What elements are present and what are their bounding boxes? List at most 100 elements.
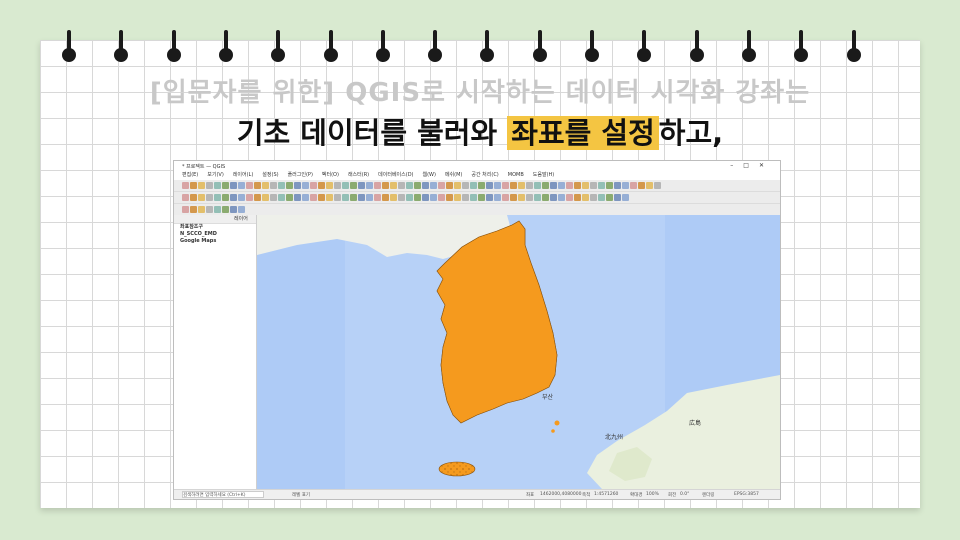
toolbar-tool-icon[interactable]: [302, 182, 309, 189]
toolbar-tool-icon[interactable]: [366, 194, 373, 201]
toolbar-tool-icon[interactable]: [254, 182, 261, 189]
toolbar-tool-icon[interactable]: [190, 206, 197, 213]
toolbar-tool-icon[interactable]: [222, 206, 229, 213]
toolbar-tool-icon[interactable]: [606, 194, 613, 201]
scale-value[interactable]: 1:4571260: [594, 492, 618, 497]
toolbar-tool-icon[interactable]: [230, 206, 237, 213]
toolbar-tool-icon[interactable]: [214, 182, 221, 189]
toolbar-tool-icon[interactable]: [446, 194, 453, 201]
menu-item[interactable]: 메쉬(M): [445, 171, 462, 180]
menu-item[interactable]: 편집(E): [182, 171, 198, 180]
locator-search-input[interactable]: 검색하려면 입력하세요 (Ctrl+K): [182, 491, 264, 498]
toolbar-tool-icon[interactable]: [342, 182, 349, 189]
toolbar-tool-icon[interactable]: [238, 194, 245, 201]
toolbar-tool-icon[interactable]: [574, 182, 581, 189]
menu-item[interactable]: MOMB: [508, 171, 524, 180]
toolbar-tool-icon[interactable]: [206, 206, 213, 213]
toolbar-tool-icon[interactable]: [310, 182, 317, 189]
toolbar-tool-icon[interactable]: [590, 194, 597, 201]
toolbar-tool-icon[interactable]: [374, 194, 381, 201]
toolbar-tool-icon[interactable]: [582, 182, 589, 189]
toolbar-tool-icon[interactable]: [182, 194, 189, 201]
toolbar-tool-icon[interactable]: [454, 194, 461, 201]
toolbar-tool-icon[interactable]: [182, 182, 189, 189]
toolbar-tool-icon[interactable]: [566, 182, 573, 189]
toolbar-tool-icon[interactable]: [302, 194, 309, 201]
menu-item[interactable]: 데이터베이스(D): [378, 171, 413, 180]
toolbar-tool-icon[interactable]: [350, 182, 357, 189]
toolbar-tool-icon[interactable]: [382, 194, 389, 201]
toolbar-tool-icon[interactable]: [374, 182, 381, 189]
layer-item[interactable]: Google Maps: [174, 238, 256, 245]
toolbar-tool-icon[interactable]: [430, 194, 437, 201]
toolbar-tool-icon[interactable]: [614, 194, 621, 201]
toolbar-tool-icon[interactable]: [462, 182, 469, 189]
toolbar-tool-icon[interactable]: [214, 194, 221, 201]
toolbar-tool-icon[interactable]: [414, 182, 421, 189]
toolbar-tool-icon[interactable]: [342, 194, 349, 201]
toolbar-tool-icon[interactable]: [526, 182, 533, 189]
toolbar-tool-icon[interactable]: [190, 182, 197, 189]
toolbar-tool-icon[interactable]: [382, 182, 389, 189]
toolbar-tool-icon[interactable]: [486, 194, 493, 201]
menu-item[interactable]: 도움말(H): [533, 171, 554, 180]
toolbar-tool-icon[interactable]: [598, 194, 605, 201]
toolbar-tool-icon[interactable]: [326, 194, 333, 201]
toolbar-tool-icon[interactable]: [558, 194, 565, 201]
toolbar-tool-icon[interactable]: [630, 182, 637, 189]
toolbar-tool-icon[interactable]: [182, 206, 189, 213]
toolbar-tool-icon[interactable]: [494, 182, 501, 189]
toolbar-tool-icon[interactable]: [326, 182, 333, 189]
toolbar-tool-icon[interactable]: [422, 194, 429, 201]
magnifier-value[interactable]: 100%: [646, 492, 659, 497]
toolbar-tool-icon[interactable]: [318, 194, 325, 201]
toolbar-tool-icon[interactable]: [222, 194, 229, 201]
toolbar-tool-icon[interactable]: [294, 194, 301, 201]
toolbar-tool-icon[interactable]: [542, 194, 549, 201]
toolbar-tool-icon[interactable]: [310, 194, 317, 201]
toolbar-tool-icon[interactable]: [206, 182, 213, 189]
toolbar-tool-icon[interactable]: [206, 194, 213, 201]
toolbar-tool-icon[interactable]: [198, 182, 205, 189]
toolbar-tool-icon[interactable]: [598, 182, 605, 189]
toolbar-tool-icon[interactable]: [510, 194, 517, 201]
toolbar-tool-icon[interactable]: [534, 182, 541, 189]
menu-item[interactable]: 래스터(R): [348, 171, 369, 180]
toolbar-tool-icon[interactable]: [486, 182, 493, 189]
toolbar-tool-icon[interactable]: [366, 182, 373, 189]
menu-item[interactable]: 벡터(O): [322, 171, 339, 180]
toolbar-tool-icon[interactable]: [622, 194, 629, 201]
toolbar-tool-icon[interactable]: [438, 182, 445, 189]
toolbar-tool-icon[interactable]: [246, 194, 253, 201]
toolbar-tool-icon[interactable]: [646, 182, 653, 189]
toolbar-tool-icon[interactable]: [198, 206, 205, 213]
toolbar-tool-icon[interactable]: [606, 182, 613, 189]
toolbar-tool-icon[interactable]: [638, 182, 645, 189]
toolbar-tool-icon[interactable]: [518, 194, 525, 201]
toolbar-tool-icon[interactable]: [502, 194, 509, 201]
toolbar-tool-icon[interactable]: [622, 182, 629, 189]
map-canvas[interactable]: 부산 広島 北九州: [257, 215, 780, 489]
toolbar-tool-icon[interactable]: [390, 182, 397, 189]
toolbar-tool-icon[interactable]: [478, 194, 485, 201]
toolbar-tool-icon[interactable]: [294, 182, 301, 189]
toolbar-tool-icon[interactable]: [406, 194, 413, 201]
toolbar-tool-icon[interactable]: [590, 182, 597, 189]
toolbar-tool-icon[interactable]: [190, 194, 197, 201]
toolbar-tool-icon[interactable]: [286, 182, 293, 189]
toolbar-tool-icon[interactable]: [582, 194, 589, 201]
layer-item[interactable]: N_SCCO_EMD: [174, 231, 256, 238]
toolbar-tool-icon[interactable]: [406, 182, 413, 189]
toolbar-tool-icon[interactable]: [398, 194, 405, 201]
toolbar-tool-icon[interactable]: [542, 182, 549, 189]
toolbar-tool-icon[interactable]: [558, 182, 565, 189]
toolbar-tool-icon[interactable]: [262, 182, 269, 189]
toolbar-tool-icon[interactable]: [230, 182, 237, 189]
toolbar-tool-icon[interactable]: [270, 182, 277, 189]
toolbar-tool-icon[interactable]: [502, 182, 509, 189]
toolbar-tool-icon[interactable]: [222, 182, 229, 189]
toolbar-tool-icon[interactable]: [350, 194, 357, 201]
toolbar-tool-icon[interactable]: [574, 194, 581, 201]
toolbar-tool-icon[interactable]: [230, 194, 237, 201]
toolbar-tool-icon[interactable]: [318, 182, 325, 189]
